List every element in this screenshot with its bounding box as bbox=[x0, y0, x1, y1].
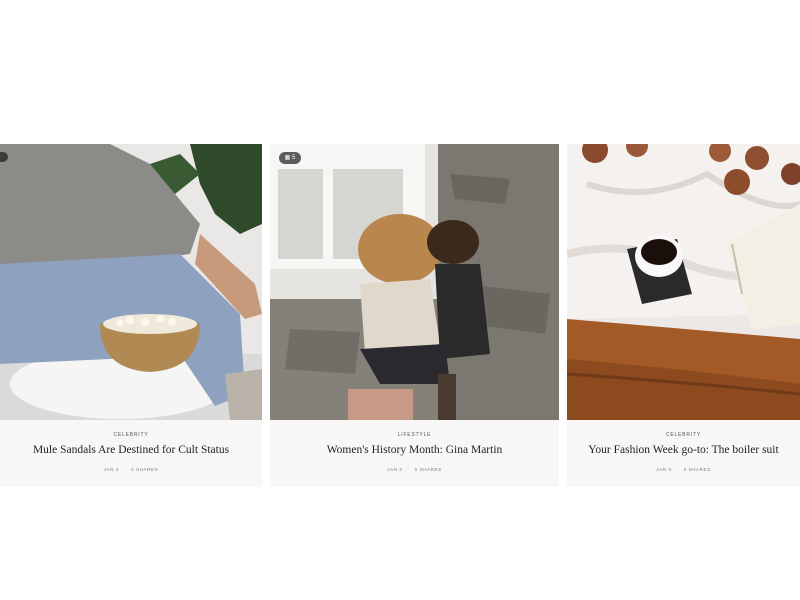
article-image[interactable]: ▦ 5 bbox=[270, 144, 559, 420]
separator-dot: · bbox=[124, 467, 127, 472]
article-info: JAN 3 · 0 SHARES bbox=[567, 467, 800, 472]
article-card[interactable]: Celebrity Mule Sandals Are Destined for … bbox=[0, 144, 262, 487]
article-info: JAN 3 · 0 SHARES bbox=[270, 467, 559, 472]
article-title[interactable]: Mule Sandals Are Destined for Cult Statu… bbox=[0, 444, 262, 456]
article-category[interactable]: Celebrity bbox=[0, 432, 262, 438]
article-image[interactable] bbox=[0, 144, 262, 420]
gallery-icon: ▦ bbox=[284, 155, 291, 161]
article-category[interactable]: Celebrity bbox=[567, 432, 800, 438]
separator-dot: · bbox=[407, 467, 410, 472]
article-shares: 0 SHARES bbox=[683, 467, 711, 472]
separator-dot: · bbox=[676, 467, 679, 472]
article-card[interactable]: ▦ 5 Lifestyle Women's History Month: Gin… bbox=[270, 144, 559, 487]
article-shares: 0 SHARES bbox=[414, 467, 442, 472]
article-date: JAN 3 bbox=[387, 467, 403, 472]
article-info: JAN 3 · 0 SHARES bbox=[0, 467, 262, 472]
article-title[interactable]: Women's History Month: Gina Martin bbox=[270, 444, 559, 456]
article-category[interactable]: Lifestyle bbox=[270, 432, 559, 438]
article-date: JAN 3 bbox=[103, 467, 120, 472]
article-shares: 0 SHARES bbox=[131, 467, 159, 472]
article-title[interactable]: Your Fashion Week go-to: The boiler suit bbox=[567, 444, 800, 456]
gallery-count: 5 bbox=[292, 155, 296, 161]
gallery-badge: ▦ 5 bbox=[279, 152, 301, 164]
article-card[interactable]: Celebrity Your Fashion Week go-to: The b… bbox=[567, 144, 800, 487]
article-meta: Celebrity Your Fashion Week go-to: The b… bbox=[567, 420, 800, 487]
article-meta: Lifestyle Women's History Month: Gina Ma… bbox=[270, 420, 559, 487]
article-image[interactable] bbox=[567, 144, 800, 420]
article-date: JAN 3 bbox=[656, 467, 672, 472]
article-meta: Celebrity Mule Sandals Are Destined for … bbox=[0, 420, 262, 487]
